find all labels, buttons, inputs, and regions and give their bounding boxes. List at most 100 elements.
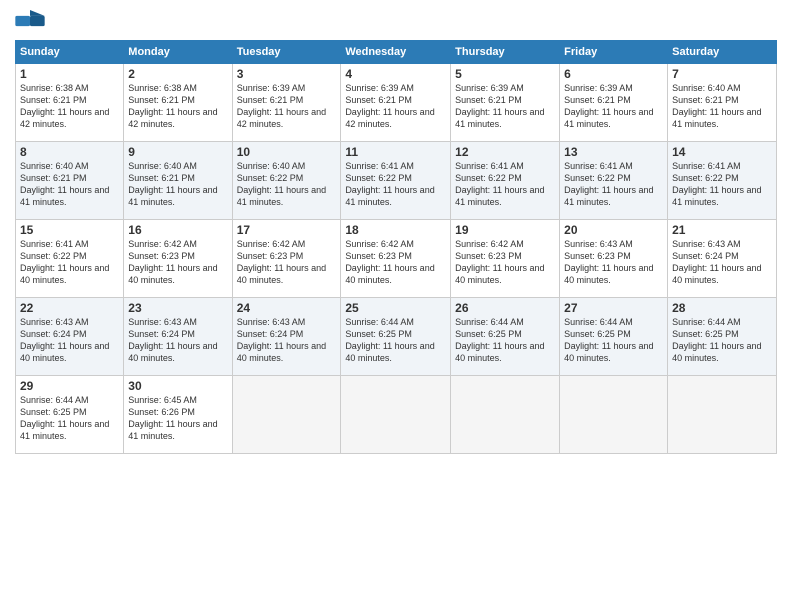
calendar-cell [560, 376, 668, 454]
weekday-header-monday: Monday [124, 41, 232, 64]
day-info: Sunrise: 6:42 AMSunset: 6:23 PMDaylight:… [345, 238, 446, 287]
calendar-cell: 1Sunrise: 6:38 AMSunset: 6:21 PMDaylight… [16, 64, 124, 142]
day-info: Sunrise: 6:44 AMSunset: 6:25 PMDaylight:… [564, 316, 663, 365]
day-info: Sunrise: 6:41 AMSunset: 6:22 PMDaylight:… [672, 160, 772, 209]
day-info: Sunrise: 6:42 AMSunset: 6:23 PMDaylight:… [455, 238, 555, 287]
day-info: Sunrise: 6:40 AMSunset: 6:22 PMDaylight:… [237, 160, 337, 209]
calendar-cell: 18Sunrise: 6:42 AMSunset: 6:23 PMDayligh… [341, 220, 451, 298]
calendar-cell: 24Sunrise: 6:43 AMSunset: 6:24 PMDayligh… [232, 298, 341, 376]
calendar-cell: 10Sunrise: 6:40 AMSunset: 6:22 PMDayligh… [232, 142, 341, 220]
day-number: 28 [672, 301, 772, 315]
day-number: 15 [20, 223, 119, 237]
day-info: Sunrise: 6:38 AMSunset: 6:21 PMDaylight:… [20, 82, 119, 131]
day-number: 17 [237, 223, 337, 237]
day-info: Sunrise: 6:39 AMSunset: 6:21 PMDaylight:… [345, 82, 446, 131]
calendar-cell [451, 376, 560, 454]
day-number: 27 [564, 301, 663, 315]
day-info: Sunrise: 6:39 AMSunset: 6:21 PMDaylight:… [455, 82, 555, 131]
calendar-cell: 5Sunrise: 6:39 AMSunset: 6:21 PMDaylight… [451, 64, 560, 142]
day-info: Sunrise: 6:41 AMSunset: 6:22 PMDaylight:… [564, 160, 663, 209]
calendar-cell: 27Sunrise: 6:44 AMSunset: 6:25 PMDayligh… [560, 298, 668, 376]
calendar-cell: 4Sunrise: 6:39 AMSunset: 6:21 PMDaylight… [341, 64, 451, 142]
calendar-cell: 20Sunrise: 6:43 AMSunset: 6:23 PMDayligh… [560, 220, 668, 298]
day-number: 14 [672, 145, 772, 159]
day-number: 18 [345, 223, 446, 237]
day-info: Sunrise: 6:44 AMSunset: 6:25 PMDaylight:… [455, 316, 555, 365]
calendar-cell: 12Sunrise: 6:41 AMSunset: 6:22 PMDayligh… [451, 142, 560, 220]
day-number: 10 [237, 145, 337, 159]
calendar-table: SundayMondayTuesdayWednesdayThursdayFrid… [15, 40, 777, 454]
day-info: Sunrise: 6:40 AMSunset: 6:21 PMDaylight:… [672, 82, 772, 131]
day-number: 11 [345, 145, 446, 159]
day-info: Sunrise: 6:43 AMSunset: 6:23 PMDaylight:… [564, 238, 663, 287]
calendar-cell: 9Sunrise: 6:40 AMSunset: 6:21 PMDaylight… [124, 142, 232, 220]
day-number: 5 [455, 67, 555, 81]
day-info: Sunrise: 6:42 AMSunset: 6:23 PMDaylight:… [128, 238, 227, 287]
header [15, 10, 777, 32]
day-info: Sunrise: 6:43 AMSunset: 6:24 PMDaylight:… [128, 316, 227, 365]
weekday-header-row: SundayMondayTuesdayWednesdayThursdayFrid… [16, 41, 777, 64]
day-number: 19 [455, 223, 555, 237]
weekday-header-thursday: Thursday [451, 41, 560, 64]
day-info: Sunrise: 6:41 AMSunset: 6:22 PMDaylight:… [455, 160, 555, 209]
day-info: Sunrise: 6:44 AMSunset: 6:25 PMDaylight:… [345, 316, 446, 365]
week-row-4: 22Sunrise: 6:43 AMSunset: 6:24 PMDayligh… [16, 298, 777, 376]
calendar-page: SundayMondayTuesdayWednesdayThursdayFrid… [0, 0, 792, 612]
day-info: Sunrise: 6:38 AMSunset: 6:21 PMDaylight:… [128, 82, 227, 131]
calendar-cell: 7Sunrise: 6:40 AMSunset: 6:21 PMDaylight… [668, 64, 777, 142]
calendar-cell: 22Sunrise: 6:43 AMSunset: 6:24 PMDayligh… [16, 298, 124, 376]
day-info: Sunrise: 6:39 AMSunset: 6:21 PMDaylight:… [237, 82, 337, 131]
calendar-cell [341, 376, 451, 454]
day-number: 29 [20, 379, 119, 393]
day-info: Sunrise: 6:45 AMSunset: 6:26 PMDaylight:… [128, 394, 227, 443]
day-number: 30 [128, 379, 227, 393]
calendar-cell: 23Sunrise: 6:43 AMSunset: 6:24 PMDayligh… [124, 298, 232, 376]
calendar-cell: 29Sunrise: 6:44 AMSunset: 6:25 PMDayligh… [16, 376, 124, 454]
calendar-cell: 15Sunrise: 6:41 AMSunset: 6:22 PMDayligh… [16, 220, 124, 298]
calendar-cell: 19Sunrise: 6:42 AMSunset: 6:23 PMDayligh… [451, 220, 560, 298]
calendar-cell: 30Sunrise: 6:45 AMSunset: 6:26 PMDayligh… [124, 376, 232, 454]
calendar-cell: 21Sunrise: 6:43 AMSunset: 6:24 PMDayligh… [668, 220, 777, 298]
day-info: Sunrise: 6:41 AMSunset: 6:22 PMDaylight:… [345, 160, 446, 209]
calendar-cell: 6Sunrise: 6:39 AMSunset: 6:21 PMDaylight… [560, 64, 668, 142]
week-row-1: 1Sunrise: 6:38 AMSunset: 6:21 PMDaylight… [16, 64, 777, 142]
calendar-cell: 13Sunrise: 6:41 AMSunset: 6:22 PMDayligh… [560, 142, 668, 220]
day-number: 26 [455, 301, 555, 315]
calendar-cell: 28Sunrise: 6:44 AMSunset: 6:25 PMDayligh… [668, 298, 777, 376]
calendar-cell [668, 376, 777, 454]
day-number: 21 [672, 223, 772, 237]
day-number: 6 [564, 67, 663, 81]
calendar-cell: 17Sunrise: 6:42 AMSunset: 6:23 PMDayligh… [232, 220, 341, 298]
week-row-5: 29Sunrise: 6:44 AMSunset: 6:25 PMDayligh… [16, 376, 777, 454]
day-number: 9 [128, 145, 227, 159]
calendar-cell [232, 376, 341, 454]
day-info: Sunrise: 6:41 AMSunset: 6:22 PMDaylight:… [20, 238, 119, 287]
day-number: 16 [128, 223, 227, 237]
weekday-header-sunday: Sunday [16, 41, 124, 64]
weekday-header-friday: Friday [560, 41, 668, 64]
weekday-header-wednesday: Wednesday [341, 41, 451, 64]
logo [15, 10, 49, 32]
day-info: Sunrise: 6:44 AMSunset: 6:25 PMDaylight:… [672, 316, 772, 365]
day-info: Sunrise: 6:42 AMSunset: 6:23 PMDaylight:… [237, 238, 337, 287]
day-info: Sunrise: 6:44 AMSunset: 6:25 PMDaylight:… [20, 394, 119, 443]
calendar-cell: 2Sunrise: 6:38 AMSunset: 6:21 PMDaylight… [124, 64, 232, 142]
day-number: 3 [237, 67, 337, 81]
calendar-cell: 3Sunrise: 6:39 AMSunset: 6:21 PMDaylight… [232, 64, 341, 142]
day-info: Sunrise: 6:40 AMSunset: 6:21 PMDaylight:… [128, 160, 227, 209]
calendar-cell: 26Sunrise: 6:44 AMSunset: 6:25 PMDayligh… [451, 298, 560, 376]
calendar-cell: 14Sunrise: 6:41 AMSunset: 6:22 PMDayligh… [668, 142, 777, 220]
calendar-cell: 11Sunrise: 6:41 AMSunset: 6:22 PMDayligh… [341, 142, 451, 220]
day-info: Sunrise: 6:39 AMSunset: 6:21 PMDaylight:… [564, 82, 663, 131]
weekday-header-saturday: Saturday [668, 41, 777, 64]
calendar-cell: 8Sunrise: 6:40 AMSunset: 6:21 PMDaylight… [16, 142, 124, 220]
day-info: Sunrise: 6:40 AMSunset: 6:21 PMDaylight:… [20, 160, 119, 209]
day-info: Sunrise: 6:43 AMSunset: 6:24 PMDaylight:… [20, 316, 119, 365]
week-row-2: 8Sunrise: 6:40 AMSunset: 6:21 PMDaylight… [16, 142, 777, 220]
day-number: 13 [564, 145, 663, 159]
day-number: 2 [128, 67, 227, 81]
day-info: Sunrise: 6:43 AMSunset: 6:24 PMDaylight:… [672, 238, 772, 287]
calendar-cell: 16Sunrise: 6:42 AMSunset: 6:23 PMDayligh… [124, 220, 232, 298]
day-number: 22 [20, 301, 119, 315]
day-number: 4 [345, 67, 446, 81]
